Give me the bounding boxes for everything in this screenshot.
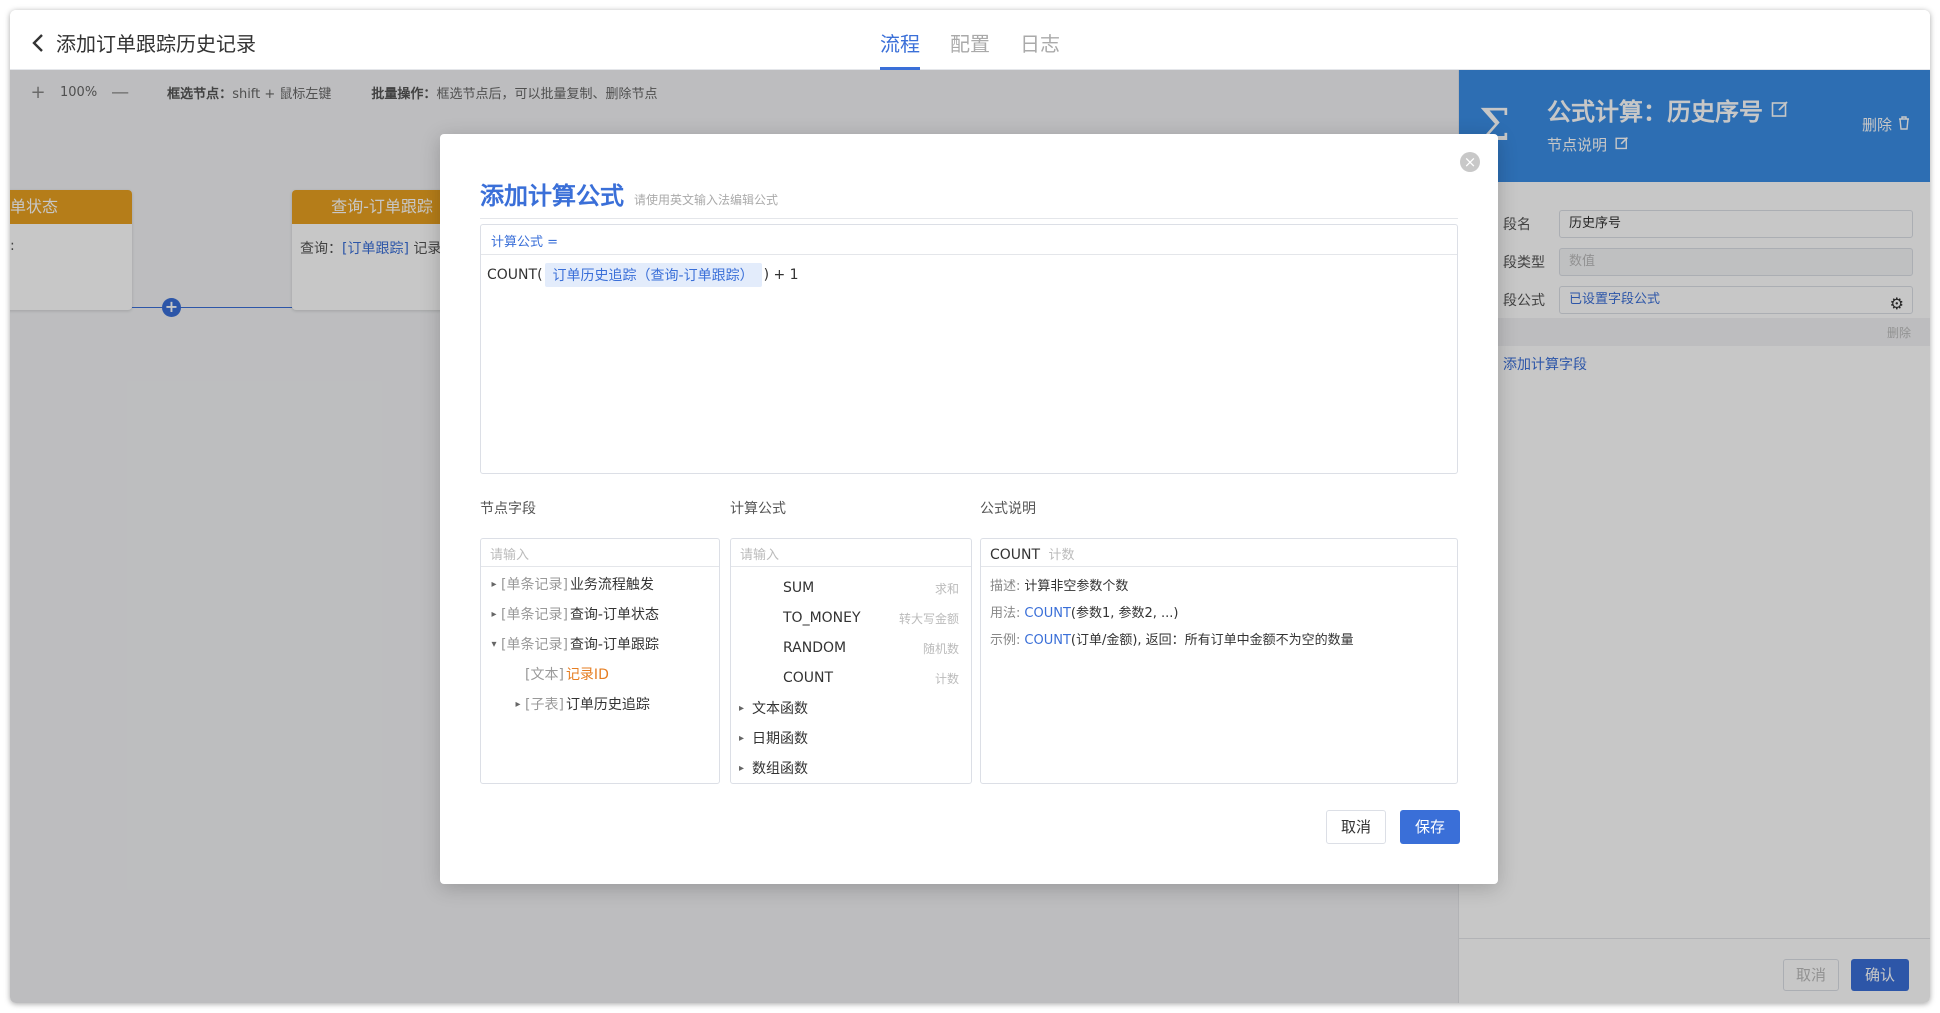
function-desc: 求和 xyxy=(934,581,959,596)
functions-panel: 请输入 SUM 求和 TO_MONEY 转大写金额 RANDOM 随机数 COU… xyxy=(730,538,972,784)
function-name: SUM xyxy=(783,580,815,596)
doc-fn: COUNT xyxy=(1024,606,1071,621)
category-name: 日期函数 xyxy=(752,731,809,747)
fields-label: 节点字段 xyxy=(480,501,536,517)
doc-example: 示例: COUNT(订单/金额), 返回：所有订单中金额不为空的数量 xyxy=(981,621,1457,648)
formula-suffix: ) + 1 xyxy=(763,267,799,283)
modal-title: 添加计算公式 xyxy=(480,182,624,210)
doc-function-name: COUNT xyxy=(990,547,1041,563)
tree-item-name: 查询-订单跟踪 xyxy=(569,637,659,653)
top-bar: 添加订单跟踪历史记录 流程 配置 日志 xyxy=(10,10,1930,70)
fields-search-input[interactable]: 请输入 xyxy=(481,539,719,567)
modal-title-row: 添加计算公式 请使用英文输入法编辑公式 xyxy=(480,176,778,211)
editor-label: 计算公式 = xyxy=(481,225,1457,255)
page-title: 添加订单跟踪历史记录 xyxy=(56,32,256,56)
doc-usage: 用法: COUNT(参数1, 参数2, ...) xyxy=(981,594,1457,621)
doc-label: 公式说明 xyxy=(980,501,1036,517)
tree-item[interactable]: ▸ [单条记录] 业务流程触发 xyxy=(481,569,719,599)
tree-item[interactable]: ▸ [单条记录] 查询-订单状态 xyxy=(481,599,719,629)
app-window: 添加订单跟踪历史记录 流程 配置 日志 + 100% — 框选节点：shift … xyxy=(10,10,1930,1003)
functions-label: 计算公式 xyxy=(730,501,786,517)
function-desc: 随机数 xyxy=(922,641,959,656)
caret-right-icon: ▸ xyxy=(515,698,521,710)
caret-down-icon: ▾ xyxy=(491,638,497,650)
function-name: COUNT xyxy=(783,670,834,686)
caret-right-icon: ▸ xyxy=(739,732,745,744)
save-button[interactable]: 保存 xyxy=(1400,810,1460,844)
tree-item-type: [文本] xyxy=(525,667,564,683)
doc-head: COUNT 计数 xyxy=(981,539,1457,567)
formula-field-tag[interactable]: 订单历史追踪（查询-订单跟踪） xyxy=(544,263,762,287)
caret-right-icon: ▸ xyxy=(739,702,745,714)
chevron-left-icon xyxy=(32,33,44,53)
function-desc: 计数 xyxy=(934,671,959,686)
tree-item[interactable]: ▸ [子表] 订单历史追踪 xyxy=(481,689,719,719)
tree-item-name: 查询-订单状态 xyxy=(569,607,659,623)
functions-search-input[interactable]: 请输入 xyxy=(731,539,971,567)
function-item[interactable]: SUM 求和 xyxy=(731,573,971,603)
function-item[interactable]: COUNT 计数 xyxy=(731,663,971,693)
function-item[interactable]: RANDOM 随机数 xyxy=(731,633,971,663)
tree-item[interactable]: [文本] 记录ID xyxy=(481,659,719,689)
category-name: 数组函数 xyxy=(752,761,809,777)
doc-key: 用法: xyxy=(990,606,1021,621)
doc-value: (参数1, 参数2, ...) xyxy=(1070,606,1179,621)
function-name: TO_MONEY xyxy=(783,610,861,626)
caret-right-icon: ▸ xyxy=(491,608,497,620)
formula-doc-panel: COUNT 计数 描述: 计算非空参数个数 用法: COUNT(参数1, 参数2, … xyxy=(980,538,1458,784)
tab-config[interactable]: 配置 xyxy=(950,10,990,70)
tree-item-name: 业务流程触发 xyxy=(569,577,654,593)
function-category[interactable]: ▸ 日期函数 xyxy=(731,723,971,753)
doc-value: 计算非空参数个数 xyxy=(1024,579,1129,594)
tree-item-type: [子表] xyxy=(525,697,564,713)
modal-subtitle: 请使用英文输入法编辑公式 xyxy=(634,193,779,207)
function-item[interactable]: TO_MONEY 转大写金额 xyxy=(731,603,971,633)
function-category[interactable]: ▸ 文本函数 xyxy=(731,693,971,723)
function-desc: 转大写金额 xyxy=(898,611,959,626)
doc-value: (订单/金额), 返回：所有订单中金额不为空的数量 xyxy=(1070,633,1354,648)
tree-item-name: 订单历史追踪 xyxy=(565,697,650,713)
formula-modal: × 添加计算公式 请使用英文输入法编辑公式 计算公式 = COUNT( 订单历史… xyxy=(440,134,1498,884)
caret-right-icon: ▸ xyxy=(491,578,497,590)
doc-key: 描述: xyxy=(990,579,1021,594)
cancel-button[interactable]: 取消 xyxy=(1326,810,1386,844)
tree-item-type: [单条记录] xyxy=(501,607,568,623)
doc-fn: COUNT xyxy=(1024,633,1071,648)
function-name: RANDOM xyxy=(783,640,847,656)
tree-item-type: [单条记录] xyxy=(501,637,568,653)
formula-text[interactable]: COUNT( 订单历史追踪（查询-订单跟踪） ) + 1 xyxy=(481,255,1457,295)
back-button[interactable]: 添加订单跟踪历史记录 xyxy=(32,28,256,57)
formula-prefix: COUNT( xyxy=(487,267,543,283)
formula-editor[interactable]: 计算公式 = COUNT( 订单历史追踪（查询-订单跟踪） ) + 1 xyxy=(480,224,1458,474)
tree-item-type: [单条记录] xyxy=(501,577,568,593)
divider xyxy=(480,218,1458,219)
main-tabs: 流程 配置 日志 xyxy=(880,10,1060,70)
tree-item[interactable]: ▾ [单条记录] 查询-订单跟踪 xyxy=(481,629,719,659)
fields-panel: 请输入 ▸ [单条记录] 业务流程触发 ▸ [单条记录] 查询-订单状态 ▾ [… xyxy=(480,538,720,784)
function-category[interactable]: ▸ 数组函数 xyxy=(731,753,971,783)
close-icon[interactable]: × xyxy=(1460,152,1480,172)
tab-flow[interactable]: 流程 xyxy=(880,10,920,70)
doc-function-sub: 计数 xyxy=(1048,548,1075,563)
doc-description: 描述: 计算非空参数个数 xyxy=(981,567,1457,594)
tab-log[interactable]: 日志 xyxy=(1020,10,1060,70)
tree-item-name: 记录ID xyxy=(565,667,609,683)
caret-right-icon: ▸ xyxy=(739,762,745,774)
category-name: 文本函数 xyxy=(752,701,809,717)
doc-key: 示例: xyxy=(990,633,1021,648)
